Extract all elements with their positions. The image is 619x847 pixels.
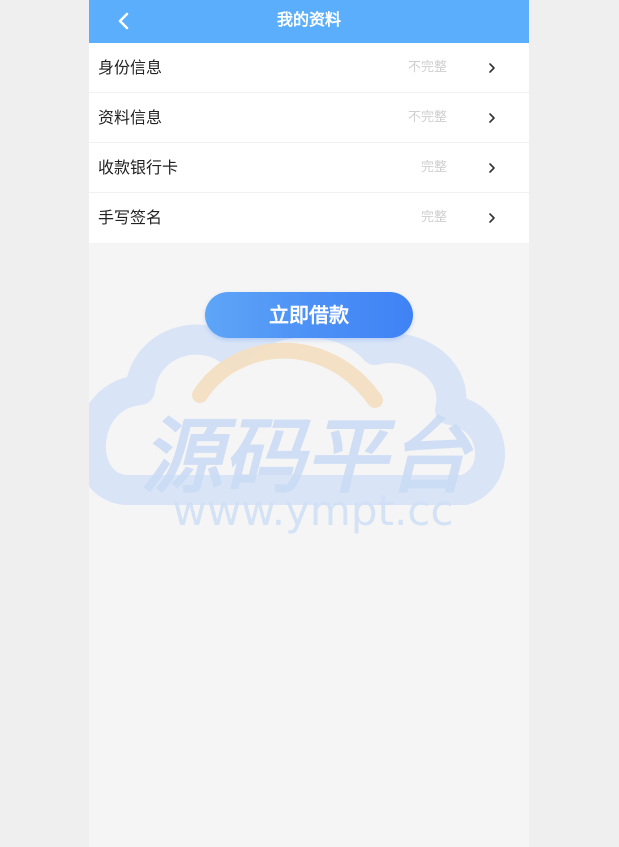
profile-item-status: 完整 <box>420 210 447 225</box>
app-screen: 我的资料 身份信息 不完整 资料信息 不完整 收款银行卡 完整 手写签名 完整 <box>89 0 529 847</box>
profile-item-label: 资料信息 <box>98 108 163 127</box>
top-bar: 我的资料 <box>89 0 529 43</box>
profile-item-status: 不完整 <box>407 60 447 75</box>
profile-item-identity[interactable]: 身份信息 不完整 <box>89 43 529 93</box>
watermark-url: www.ympt.cc <box>173 486 454 535</box>
borrow-now-button[interactable]: 立即借款 <box>205 292 413 338</box>
profile-item-status: 不完整 <box>407 110 447 125</box>
profile-item-status: 完整 <box>420 160 447 175</box>
profile-item-bank-card[interactable]: 收款银行卡 完整 <box>89 143 529 193</box>
chevron-right-icon <box>489 163 495 173</box>
watermark-title: 源码平台 <box>141 410 474 505</box>
profile-item-label: 收款银行卡 <box>98 158 179 177</box>
profile-item-info[interactable]: 资料信息 不完整 <box>89 93 529 143</box>
chevron-right-icon <box>489 213 495 223</box>
profile-list: 身份信息 不完整 资料信息 不完整 收款银行卡 完整 手写签名 完整 <box>89 43 529 243</box>
page-title: 我的资料 <box>276 10 341 29</box>
profile-item-label: 手写签名 <box>98 208 163 227</box>
chevron-right-icon <box>489 113 495 123</box>
profile-item-label: 身份信息 <box>98 58 163 77</box>
profile-item-signature[interactable]: 手写签名 完整 <box>89 193 529 243</box>
chevron-right-icon <box>489 63 495 73</box>
